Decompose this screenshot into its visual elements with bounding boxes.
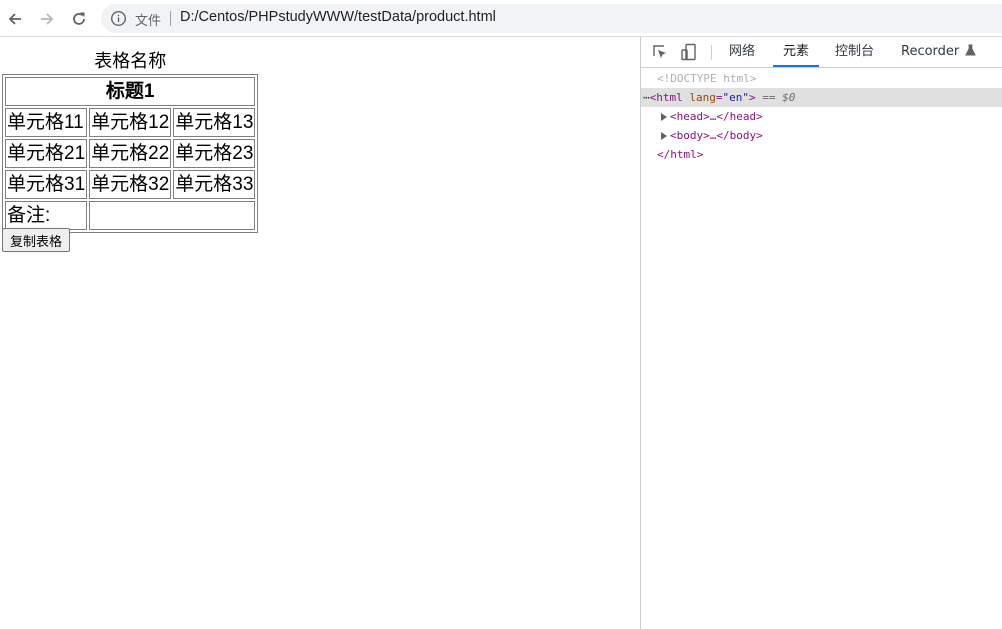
table-cell: 单元格21 — [5, 139, 88, 168]
doctype-text: <!DOCTYPE html> — [657, 72, 757, 85]
html-close-tag: </html> — [657, 148, 704, 161]
html-attr-name: lang — [689, 91, 716, 104]
dom-html-line[interactable]: ⋯<html lang="en"> == $0 — [641, 88, 1002, 107]
body-collapsed: <body>…</body> — [670, 129, 763, 142]
devtools-toolbar: 网络 元素 控制台 Recorder — [641, 37, 1002, 68]
tab-recorder[interactable]: Recorder — [901, 37, 977, 67]
table-row: 单元格11 单元格12 单元格13 — [5, 108, 256, 137]
remark-label: 备注: — [5, 201, 88, 230]
dom-body-line[interactable]: <body>…</body> — [641, 126, 1002, 145]
html-attr-value: "en" — [722, 91, 750, 104]
flask-icon — [965, 44, 977, 56]
table-cell: 单元格12 — [89, 108, 172, 137]
table-cell: 单元格31 — [5, 170, 88, 199]
table-cell: 单元格32 — [89, 170, 172, 199]
tab-console[interactable]: 控制台 — [835, 37, 874, 67]
table-header-cell: 标题1 — [5, 77, 256, 106]
table-row: 单元格31 单元格32 单元格33 — [5, 170, 256, 199]
product-table: 表格名称 标题1 单元格11 单元格12 单元格13 单元格21 单元格22 单… — [2, 47, 259, 233]
table-header-row: 标题1 — [5, 77, 256, 106]
address-separator — [170, 11, 171, 26]
expand-triangle-icon[interactable] — [661, 113, 667, 121]
toolbar-divider — [711, 45, 712, 60]
table-cell: 单元格22 — [89, 139, 172, 168]
forward-button[interactable] — [35, 7, 59, 31]
table-cell: 单元格11 — [5, 108, 88, 137]
back-button[interactable] — [3, 7, 27, 31]
table-row: 单元格21 单元格22 单元格23 — [5, 139, 256, 168]
page-content: 表格名称 标题1 单元格11 单元格12 单元格13 单元格21 单元格22 单… — [0, 37, 640, 629]
url-text[interactable]: D:/Centos/PHPstudyWWW/testData/product.h… — [180, 9, 496, 25]
device-toolbar-icon[interactable] — [680, 43, 698, 61]
dom-html-close-line[interactable]: </html> — [641, 145, 1002, 164]
more-actions-icon[interactable]: ⋯ — [643, 91, 650, 104]
reload-icon — [73, 12, 85, 25]
browser-toolbar: 文件 D:/Centos/PHPstudyWWW/testData/produc… — [0, 0, 1002, 37]
dom-doctype-line[interactable]: <!DOCTYPE html> — [641, 69, 1002, 88]
url-scheme-label: 文件 — [135, 14, 162, 29]
tab-recorder-label: Recorder — [901, 44, 960, 59]
back-arrow-icon — [8, 13, 21, 25]
table-cell: 单元格13 — [173, 108, 256, 137]
expand-triangle-icon[interactable] — [661, 132, 667, 140]
selected-node-marker: == $0 — [762, 91, 796, 104]
html-open-tag: <html — [649, 91, 683, 104]
tab-network[interactable]: 网络 — [729, 37, 755, 67]
dom-tree: <!DOCTYPE html> ⋯<html lang="en"> == $0 … — [641, 69, 1002, 164]
table-cell: 单元格23 — [173, 139, 256, 168]
address-bar[interactable]: 文件 D:/Centos/PHPstudyWWW/testData/produc… — [101, 4, 1002, 33]
forward-arrow-icon — [41, 13, 54, 25]
devtools-panel: 网络 元素 控制台 Recorder <!DOCTYPE html> ⋯<htm… — [640, 37, 1002, 629]
tab-elements[interactable]: 元素 — [772, 37, 820, 67]
remark-value — [89, 201, 256, 230]
table-cell: 单元格33 — [173, 170, 256, 199]
copy-table-button[interactable]: 复制表格 — [2, 228, 71, 252]
table-caption: 表格名称 — [94, 51, 167, 71]
reload-button[interactable] — [67, 7, 91, 31]
table-remark-row: 备注: — [5, 201, 256, 230]
inspect-element-icon[interactable] — [651, 43, 669, 61]
dom-head-line[interactable]: <head>…</head> — [641, 107, 1002, 126]
html-open-end: > — [749, 91, 756, 104]
info-icon[interactable] — [110, 10, 127, 27]
head-collapsed: <head>…</head> — [670, 110, 763, 123]
